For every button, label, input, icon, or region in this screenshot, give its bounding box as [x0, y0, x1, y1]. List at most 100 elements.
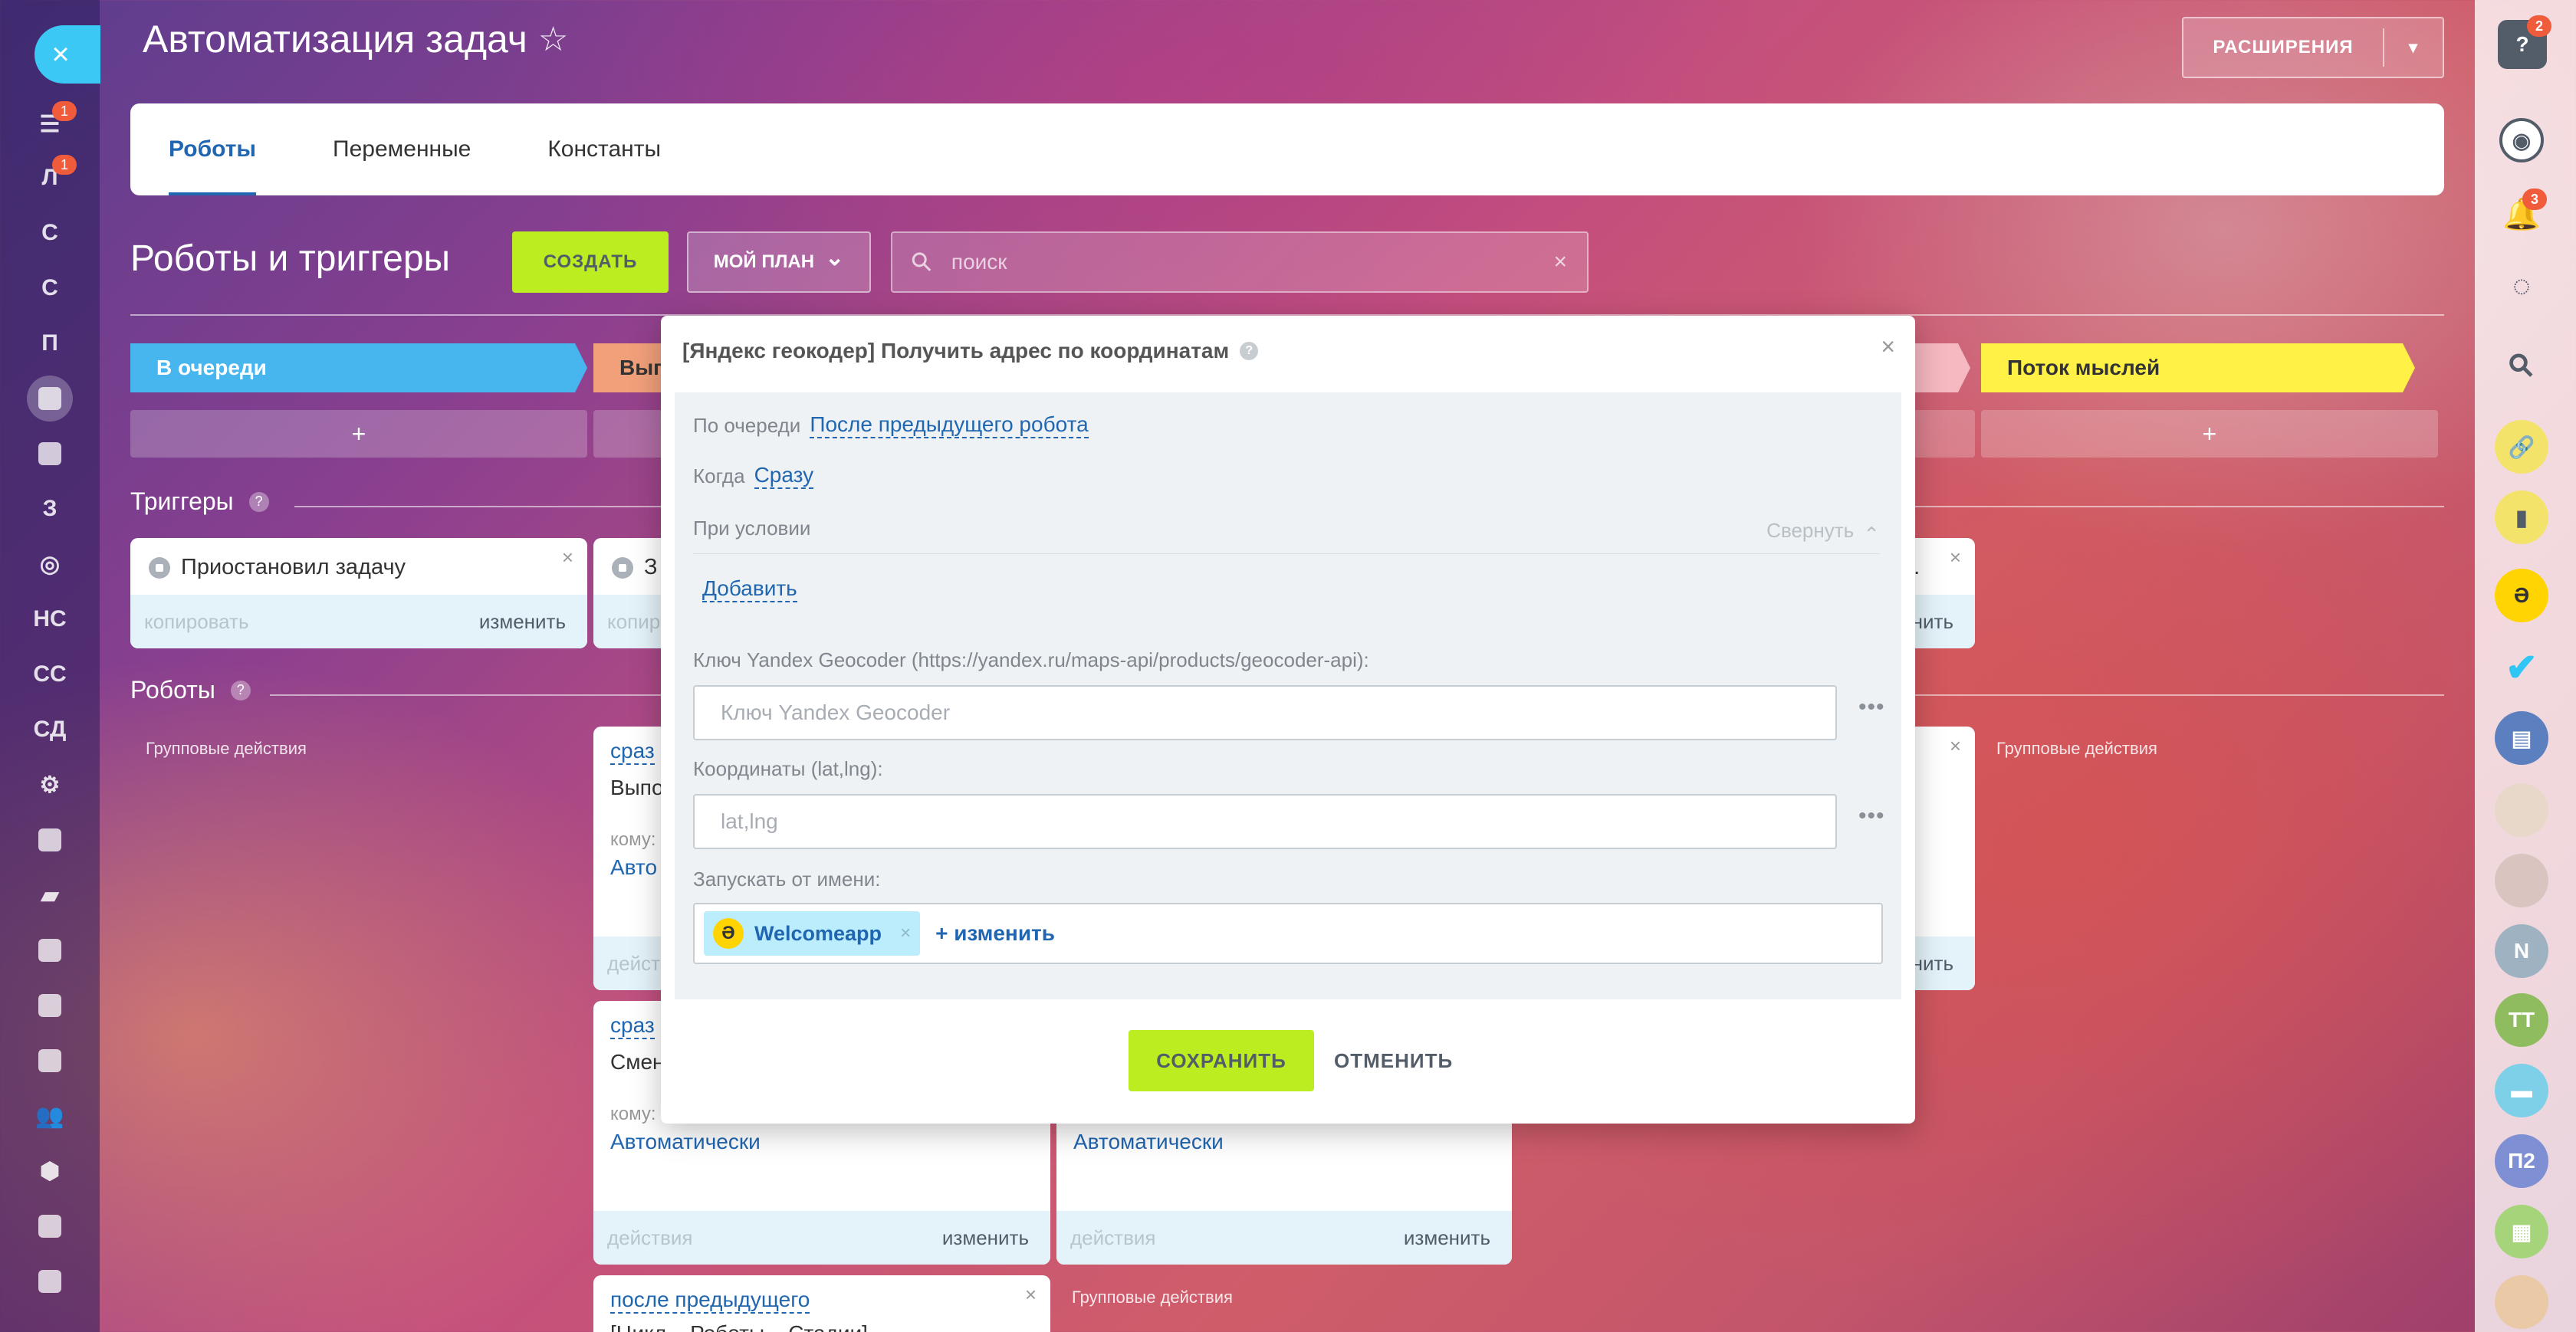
coordinates-input[interactable]: lat,lng: [693, 794, 1837, 849]
app-chat[interactable]: ▬: [2495, 1064, 2548, 1117]
robot-when-link[interactable]: сраз: [610, 1013, 655, 1039]
actions-link[interactable]: действия: [607, 1226, 692, 1250]
copy-link[interactable]: копир: [607, 610, 660, 634]
nav-item-filter[interactable]: ☰ 1: [15, 101, 84, 147]
nav-item-contact-card[interactable]: [15, 1258, 84, 1304]
avatar[interactable]: [2495, 1275, 2548, 1329]
user-chip[interactable]: Ə Welcomeapp ×: [704, 911, 921, 956]
robot-when-link[interactable]: после предыдущего: [610, 1288, 810, 1314]
robot-when-link[interactable]: сраз: [610, 739, 655, 765]
nav-item-s1[interactable]: С: [15, 210, 84, 256]
nav-item-sites[interactable]: [15, 817, 84, 863]
collapse-toggle[interactable]: Свернуть ⌃: [1766, 515, 1880, 546]
run-as-field[interactable]: Ə Welcomeapp × + изменить: [693, 903, 1883, 964]
nav-item-target[interactable]: ◎: [15, 541, 84, 587]
avatar[interactable]: N: [2495, 924, 2548, 978]
create-button[interactable]: СОЗДАТЬ: [512, 231, 669, 293]
clear-search-icon[interactable]: ×: [1553, 249, 1567, 275]
add-condition-link[interactable]: Добавить: [702, 576, 797, 602]
help-icon[interactable]: ?: [230, 680, 251, 700]
more-options-icon[interactable]: •••: [1858, 694, 1885, 720]
group-actions-link[interactable]: Групповые действия: [1996, 739, 2157, 759]
group-actions-link[interactable]: Групповые действия: [146, 739, 307, 759]
delete-icon[interactable]: ×: [1950, 734, 1961, 758]
more-options-icon[interactable]: •••: [1858, 803, 1885, 829]
add-robot-button[interactable]: +: [130, 410, 587, 458]
nav-item-store[interactable]: [15, 1038, 84, 1084]
remove-user-icon[interactable]: ×: [900, 923, 911, 944]
chat-bubble-button[interactable]: ◉: [2499, 118, 2544, 162]
app-welcomeapp[interactable]: Ə: [2495, 569, 2548, 622]
robot-whom-label: кому:: [610, 1104, 656, 1124]
my-plan-button[interactable]: МОЙ ПЛАН ⌄: [687, 231, 871, 293]
close-icon: ×: [51, 37, 70, 71]
tab-robots[interactable]: Роботы: [169, 103, 257, 195]
add-robot-button[interactable]: +: [1981, 410, 2438, 458]
nav-item-l[interactable]: Л1: [15, 155, 84, 201]
star-icon[interactable]: ☆: [538, 20, 568, 59]
search-input[interactable]: поиск: [951, 250, 1007, 274]
queue-value-link[interactable]: После предыдущего робота: [810, 412, 1089, 438]
edit-link[interactable]: изменить: [942, 1226, 1029, 1250]
tab-constants[interactable]: Константы: [547, 103, 661, 195]
nav-item-sd[interactable]: СД: [15, 707, 84, 753]
chevron-down-icon[interactable]: ▾: [2384, 38, 2443, 57]
nav-item-shield[interactable]: ⬢: [15, 1148, 84, 1194]
search-button[interactable]: ⚲: [2495, 339, 2548, 392]
cancel-button[interactable]: ОТМЕНИТЬ: [1334, 1030, 1453, 1091]
app-check[interactable]: ✔: [2495, 641, 2548, 694]
nav-item-label: СС: [33, 661, 67, 687]
avatar[interactable]: П2: [2495, 1134, 2548, 1188]
nav-item-presentation[interactable]: [15, 1203, 84, 1249]
nav-item-tasks[interactable]: [27, 376, 73, 422]
close-icon[interactable]: ×: [1881, 333, 1895, 361]
edit-link[interactable]: изменить: [479, 610, 566, 634]
nav-item-ns[interactable]: НС: [15, 596, 84, 642]
delete-icon[interactable]: ×: [1025, 1283, 1037, 1307]
change-user-link[interactable]: + изменить: [935, 921, 1055, 946]
nav-item-documents[interactable]: [15, 983, 84, 1029]
close-slider-button[interactable]: ×: [34, 25, 100, 84]
edit-link[interactable]: изменить: [1404, 1226, 1490, 1250]
nav-item-z[interactable]: З: [15, 486, 84, 532]
tab-variables[interactable]: Переменные: [333, 103, 471, 195]
robot-card[interactable]: после предыдущего × [Цикл... Роботы... С…: [593, 1275, 1050, 1332]
app-sheet[interactable]: ▦: [2495, 1205, 2548, 1258]
group-actions-link[interactable]: Групповые действия: [1072, 1288, 1233, 1307]
geocoder-key-input[interactable]: Ключ Yandex Geocoder: [693, 685, 1837, 740]
help-button[interactable]: ? 2: [2498, 15, 2551, 69]
open-lines-button[interactable]: ◌: [2495, 259, 2548, 313]
search-field[interactable]: ⚲ поиск ×: [891, 231, 1589, 293]
nav-item-mail[interactable]: [15, 431, 84, 477]
nav-item-calendar[interactable]: [15, 927, 84, 973]
nav-item-p[interactable]: П: [15, 320, 84, 366]
avatar[interactable]: [2495, 783, 2548, 837]
avatar[interactable]: [2495, 854, 2548, 907]
actions-link[interactable]: действия: [1070, 1226, 1155, 1250]
add-robot-button[interactable]: [593, 410, 670, 458]
edit-link[interactable]: нить: [1912, 610, 1953, 634]
help-icon[interactable]: ?: [1240, 342, 1259, 360]
nav-item-ss[interactable]: СС: [15, 651, 84, 697]
notifications-button[interactable]: 🔔 3: [2495, 187, 2548, 241]
app-link[interactable]: 🔗: [2495, 420, 2548, 474]
trigger-card[interactable]: Приостановил задачу × копировать изменить: [130, 538, 587, 648]
copy-link[interactable]: копировать: [144, 610, 249, 634]
when-value-link[interactable]: Сразу: [754, 463, 814, 489]
nav-item-employees[interactable]: 👥: [15, 1093, 84, 1139]
actions-link[interactable]: дейст: [607, 952, 660, 976]
nav-item-crm[interactable]: ⚙: [15, 762, 84, 808]
delete-icon[interactable]: ×: [562, 546, 573, 569]
app-bookmark[interactable]: ▮: [2495, 490, 2548, 544]
app-document[interactable]: ▤: [2495, 711, 2548, 765]
help-icon[interactable]: ?: [248, 491, 269, 512]
nav-item-chat[interactable]: ▰: [15, 872, 84, 918]
extensions-button[interactable]: РАСШИРЕНИЯ ▾: [2182, 17, 2444, 78]
edit-link[interactable]: нить: [1912, 952, 1953, 976]
delete-icon[interactable]: ×: [1950, 546, 1961, 569]
trigger-card[interactable]: З копир: [593, 538, 670, 648]
nav-item-s2[interactable]: С: [15, 265, 84, 311]
avatar[interactable]: TT: [2495, 993, 2548, 1047]
robot-whom-value: Авто: [610, 855, 658, 879]
save-button[interactable]: СОХРАНИТЬ: [1129, 1030, 1314, 1091]
